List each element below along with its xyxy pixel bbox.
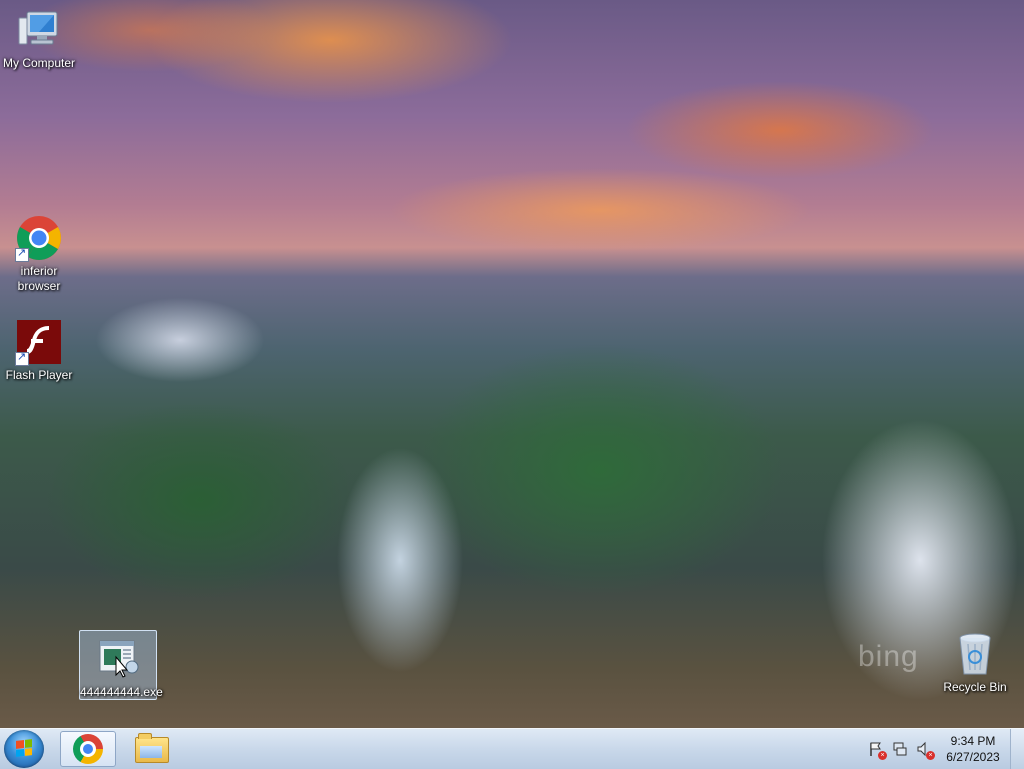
show-desktop-button[interactable]	[1010, 729, 1024, 769]
network-icon[interactable]	[892, 741, 908, 757]
shortcut-arrow-icon	[15, 350, 29, 366]
flash-icon	[15, 318, 63, 366]
desktop-icon-label: Recycle Bin	[943, 680, 1007, 694]
volume-muted-icon[interactable]: ×	[916, 741, 935, 760]
clock-time: 9:34 PM	[950, 734, 996, 748]
desktop-icon-recycle-bin[interactable]: Recycle Bin	[937, 630, 1013, 695]
desktop-icon-executable[interactable]: 444444444.exe	[79, 630, 163, 700]
system-tray: × ×	[860, 729, 940, 769]
windows-start-button[interactable]	[4, 730, 44, 768]
taskbar: × × 9:34 PM 6/27/2023	[0, 728, 1024, 769]
desktop-icon-label: inferior browser	[17, 264, 61, 293]
taskbar-explorer-button[interactable]	[124, 731, 180, 767]
chrome-icon	[15, 214, 63, 262]
desktop-icon-label: Flash Player	[5, 368, 73, 382]
clock-date: 6/27/2023	[946, 750, 1000, 764]
bing-watermark: bing	[858, 640, 919, 673]
chrome-icon	[73, 734, 103, 764]
recycle-bin-icon	[951, 630, 999, 678]
action-center-icon[interactable]: ×	[868, 741, 887, 760]
desktop-wallpaper	[0, 0, 1024, 728]
computer-icon	[15, 6, 63, 54]
shortcut-arrow-icon	[15, 246, 29, 262]
desktop-icon-flash-player[interactable]: Flash Player	[1, 318, 77, 383]
taskbar-chrome-button[interactable]	[60, 731, 116, 767]
taskbar-clock[interactable]: 9:34 PM 6/27/2023	[940, 733, 1006, 765]
folder-icon	[135, 733, 169, 763]
desktop-icon-label: My Computer	[2, 56, 76, 70]
desktop-icon-inferior-browser[interactable]: inferior browser	[1, 214, 77, 294]
windows-start-icon	[16, 739, 32, 757]
executable-icon	[94, 635, 142, 683]
desktop-icon-label: 444444444.exe	[80, 685, 163, 699]
desktop-icon-my-computer[interactable]: My Computer	[1, 6, 77, 71]
